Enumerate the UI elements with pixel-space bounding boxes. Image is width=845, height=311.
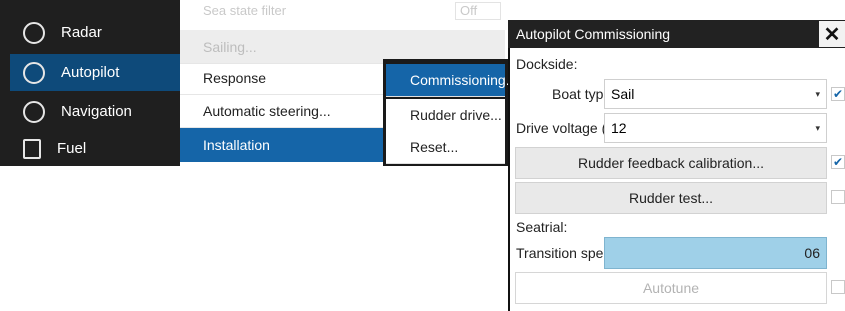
boat-type-checkbox[interactable]: ✔ [831,87,845,101]
button-label: Rudder feedback calibration... [578,155,764,171]
rudder-feedback-checkbox[interactable]: ✔ [831,155,845,169]
sidebar-item-label: Fuel [57,140,87,157]
installation-submenu: Commissioning... Rudder drive... Reset..… [383,59,517,166]
drive-voltage-value: 12 [611,120,627,136]
menu-item-label: Sea state filter [203,3,287,18]
submenu-item-label: Rudder drive... [410,107,502,123]
boat-type-label: Boat type [552,86,612,102]
chevron-down-icon: ▾ [815,122,820,133]
boat-type-select[interactable]: Sail ▾ [604,79,827,109]
checkmark-icon: ✔ [832,155,844,169]
autotune-checkbox[interactable] [831,280,845,294]
sidebar-item-navigation[interactable]: Navigation [10,93,180,130]
drive-voltage-select[interactable]: 12 ▾ [604,113,827,143]
seatrial-label: Seatrial: [516,219,568,235]
transition-speed-field[interactable]: 06 [604,237,827,269]
chevron-down-icon: ▾ [815,88,820,99]
submenu-item-commissioning[interactable]: Commissioning... [386,64,517,97]
submenu-item-rudder-drive[interactable]: Rudder drive... [386,99,505,132]
dialog-title-text: Autopilot Commissioning [516,26,671,42]
sidebar-item-label: Radar [61,24,102,41]
sidebar-item-label: Navigation [61,103,132,120]
close-button[interactable]: ✕ [819,21,845,47]
fuel-pump-icon [23,138,41,159]
rudder-test-checkbox[interactable] [831,190,845,204]
sidebar-item-fuel[interactable]: Fuel [10,130,180,167]
boat-type-value: Sail [611,86,635,102]
menu-item-label: Sailing... [203,38,257,55]
radar-icon [23,21,45,44]
compass-icon [23,100,45,123]
sidebar-item-label: Autopilot [61,64,120,81]
sidebar-item-autopilot[interactable]: Autopilot [10,54,180,91]
autotune-button[interactable]: Autotune [515,272,827,304]
menu-item-label: Installation [203,137,270,153]
steering-wheel-icon [23,61,45,84]
menu-item-label: Automatic steering... [203,102,331,119]
sea-state-filter-select[interactable]: Off [455,2,501,20]
sidebar-item-radar[interactable]: Radar [10,14,180,51]
close-icon: ✕ [823,23,841,46]
menu-item-label: Response [203,69,267,86]
transition-speed-value: 06 [804,245,820,261]
rudder-feedback-calibration-button[interactable]: Rudder feedback calibration... [515,147,827,179]
rudder-test-button[interactable]: Rudder test... [515,182,827,214]
dockside-label: Dockside: [516,56,578,72]
checkmark-icon: ✔ [832,87,844,101]
submenu-item-label: Reset... [410,139,459,155]
submenu-item-reset[interactable]: Reset... [386,131,505,164]
menu-item-sea-state-filter[interactable]: Sea state filter [203,2,443,20]
dialog-title: Autopilot Commissioning [508,20,845,48]
button-label: Autotune [642,280,700,296]
submenu-item-label: Commissioning... [410,72,518,88]
button-label: Rudder test... [628,190,714,206]
